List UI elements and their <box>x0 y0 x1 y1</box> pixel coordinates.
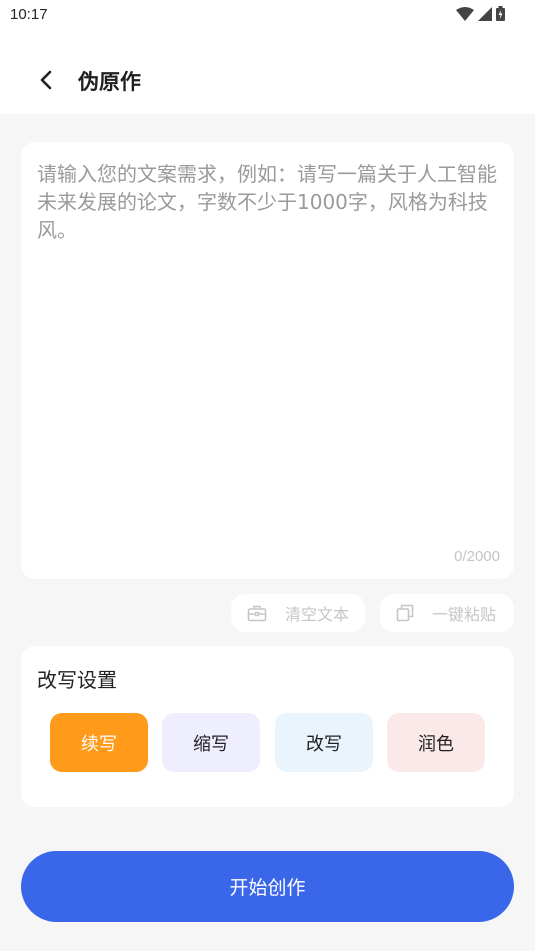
prompt-input[interactable] <box>37 160 497 530</box>
briefcase-icon <box>247 605 267 622</box>
battery-icon <box>496 6 505 21</box>
back-button[interactable] <box>32 66 60 94</box>
status-icons <box>456 6 505 21</box>
chevron-left-icon <box>40 70 52 90</box>
status-time: 10:17 <box>10 6 48 23</box>
mode-rewrite-button[interactable]: 改写 <box>275 713 373 772</box>
signal-icon <box>478 6 492 21</box>
settings-title: 改写设置 <box>37 668 117 692</box>
app-header: 伪原作 <box>0 30 535 114</box>
copy-icon <box>396 604 414 622</box>
rewrite-settings-card: 改写设置 续写 缩写 改写 润色 <box>21 646 514 807</box>
paste-button[interactable]: 一键粘贴 <box>380 594 514 632</box>
char-counter: 0/2000 <box>454 548 500 565</box>
paste-label: 一键粘贴 <box>432 605 497 624</box>
clear-text-button[interactable]: 清空文本 <box>231 594 365 632</box>
page-title: 伪原作 <box>78 70 141 94</box>
status-bar: 10:17 <box>0 0 535 30</box>
wifi-icon <box>456 6 474 21</box>
mode-polish-button[interactable]: 润色 <box>387 713 485 772</box>
mode-abridge-button[interactable]: 缩写 <box>162 713 260 772</box>
clear-text-label: 清空文本 <box>285 605 350 624</box>
input-card: 0/2000 <box>21 142 514 579</box>
start-creating-button[interactable]: 开始创作 <box>21 851 514 922</box>
mode-continue-button[interactable]: 续写 <box>50 713 148 772</box>
